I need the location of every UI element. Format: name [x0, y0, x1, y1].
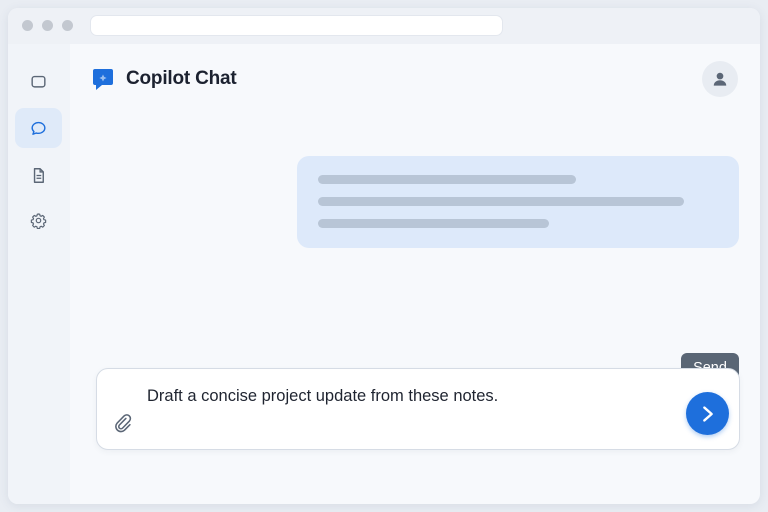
gear-icon: [30, 212, 47, 229]
sidebar-item-documents[interactable]: [15, 155, 62, 195]
document-icon: [33, 167, 44, 183]
chat-square-icon: [31, 75, 46, 88]
app-window: Copilot Chat Send Draft a concise projec…: [8, 8, 760, 504]
sidebar-item-chat[interactable]: [15, 108, 62, 148]
skeleton-line: [318, 219, 549, 228]
window-close-dot[interactable]: [22, 20, 33, 31]
user-avatar[interactable]: [702, 61, 738, 97]
message-input[interactable]: Draft a concise project update from thes…: [147, 387, 498, 406]
send-button[interactable]: [686, 392, 729, 435]
chat-bubble-icon: [31, 121, 46, 135]
window-maximize-dot[interactable]: [62, 20, 73, 31]
sidebar-item-settings[interactable]: [15, 200, 62, 240]
message-bubble-placeholder: [297, 156, 739, 248]
sidebar-item-conversations[interactable]: [15, 62, 62, 102]
page-title: Copilot Chat: [126, 68, 237, 89]
address-bar[interactable]: [90, 15, 503, 36]
skeleton-line: [318, 175, 576, 184]
paperclip-icon[interactable]: [113, 411, 135, 435]
sidebar: [8, 44, 70, 504]
browser-titlebar: [8, 8, 760, 44]
skeleton-line: [318, 197, 684, 206]
send-arrow-icon: [702, 405, 713, 422]
window-minimize-dot[interactable]: [42, 20, 53, 31]
message-composer[interactable]: Draft a concise project update from thes…: [96, 368, 740, 450]
user-icon: [713, 72, 727, 86]
copilot-logo-icon: [93, 69, 113, 90]
